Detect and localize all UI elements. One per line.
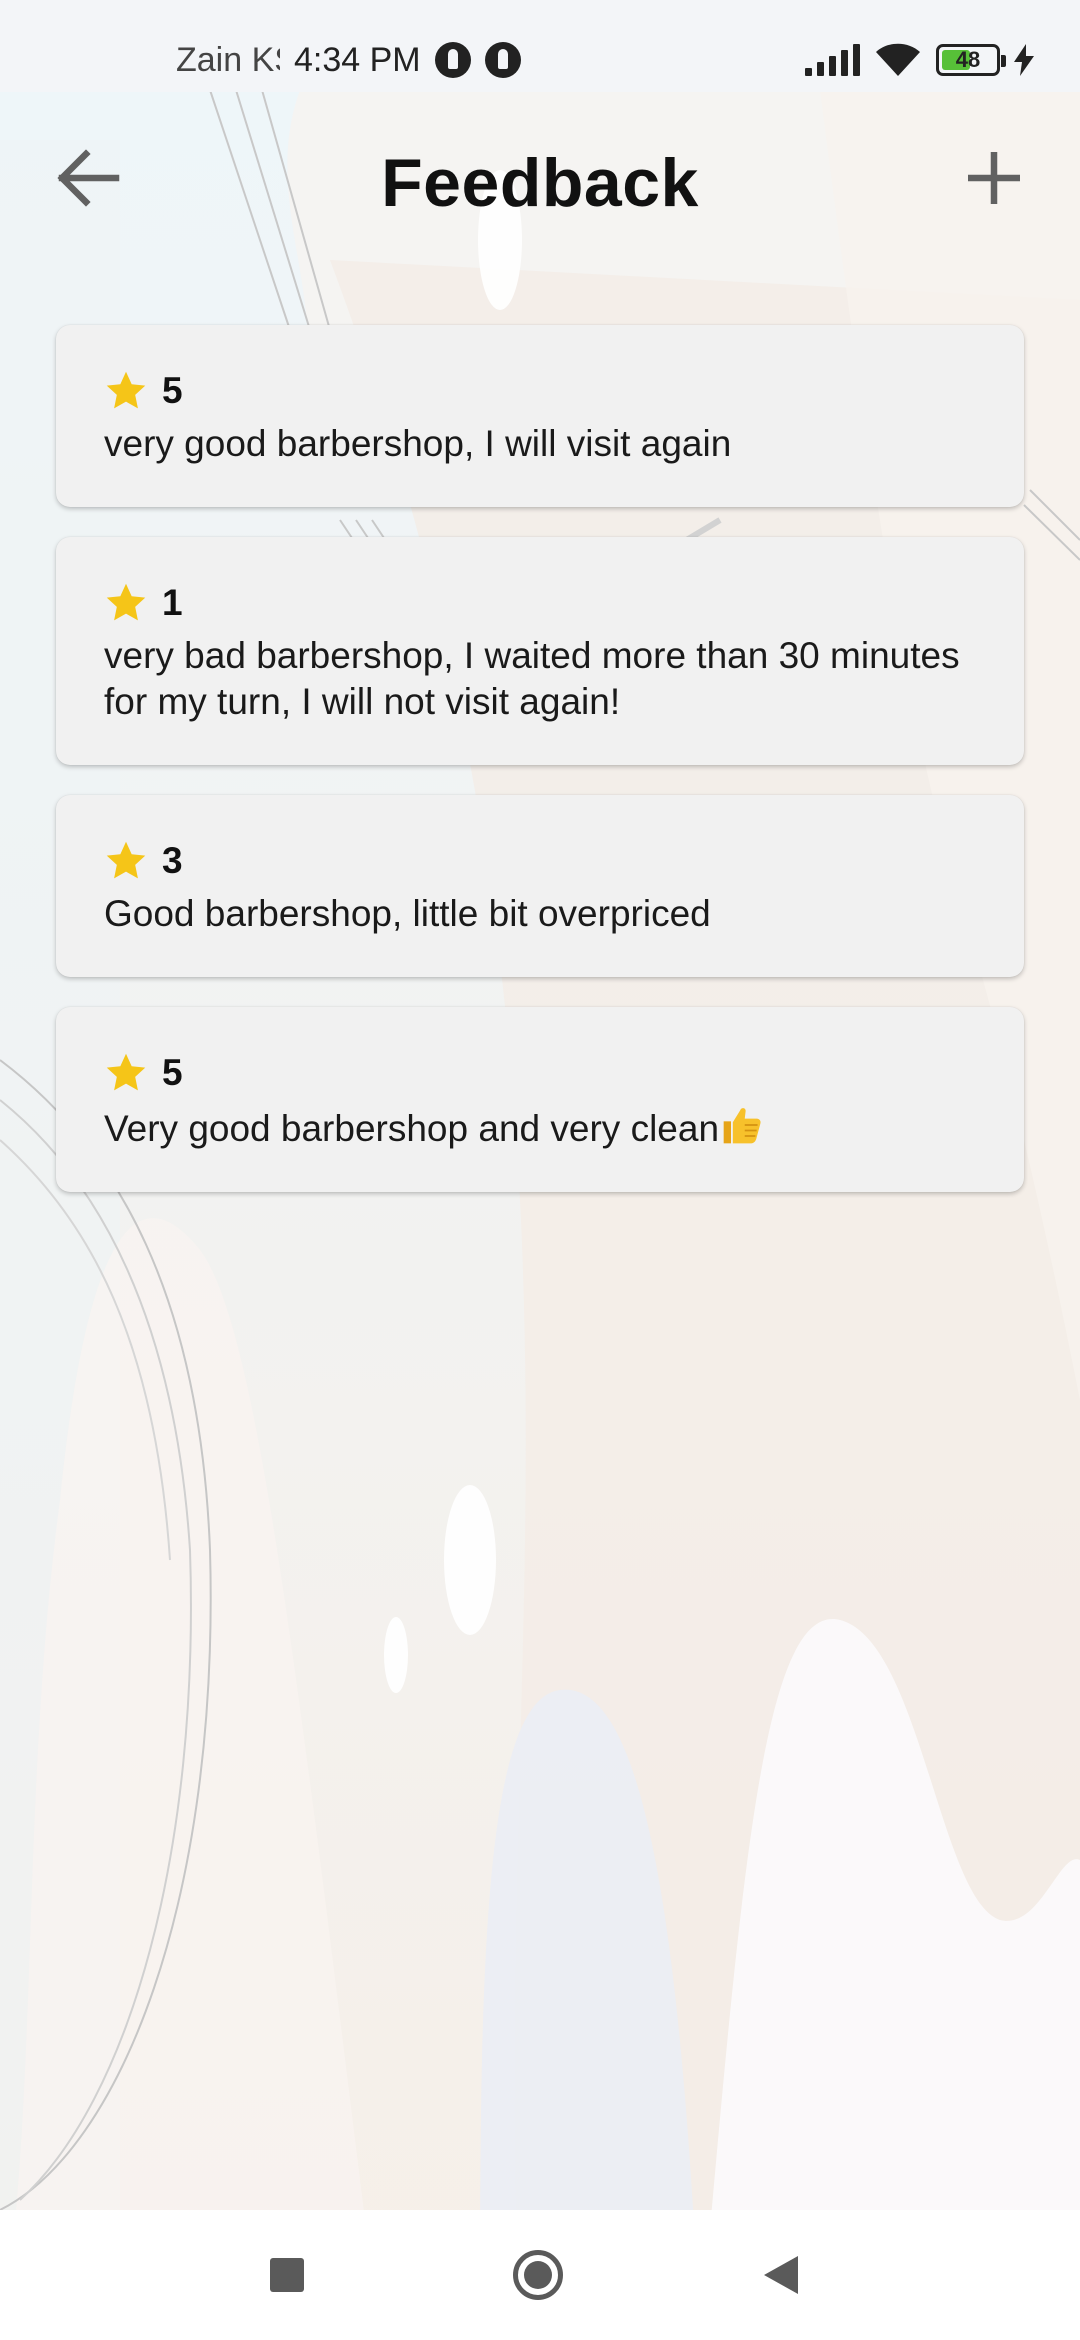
home-circle-icon[interactable]	[513, 2250, 563, 2300]
wifi-icon	[876, 43, 920, 76]
rating-value: 1	[162, 582, 183, 623]
notification-dot-icon	[484, 42, 521, 78]
star-icon	[106, 371, 146, 409]
add-feedback-button[interactable]	[958, 142, 1030, 214]
plus-icon	[968, 152, 1020, 204]
star-icon	[106, 583, 146, 621]
status-left: Zain KSA 4:34 PM	[176, 36, 521, 84]
screen: Zain KSA 4:34 PM 48	[0, 0, 1080, 2340]
rating-row: 5	[104, 369, 984, 413]
rating-row: 5	[104, 1051, 984, 1095]
notification-dot-icon	[434, 42, 471, 78]
feedback-comment: very bad barbershop, I waited more than …	[104, 635, 960, 722]
status-right: 48	[805, 40, 1034, 80]
feedback-comment-row: Very good barbershop and very clean	[104, 1103, 984, 1152]
feedback-comment: Good barbershop, little bit overpriced	[104, 893, 711, 934]
feedback-card[interactable]: 1 very bad barbershop, I waited more tha…	[56, 537, 1024, 765]
signal-icon	[805, 44, 860, 76]
app-bar: Feedback	[0, 110, 1080, 250]
rating-value: 5	[162, 1052, 183, 1093]
rating-row: 3	[104, 839, 984, 883]
carrier-name: Zain KSA	[176, 40, 280, 79]
recents-square-icon[interactable]	[270, 2258, 304, 2292]
battery-level: 48	[955, 47, 981, 72]
status-bar: Zain KSA 4:34 PM 48	[0, 0, 1080, 92]
feedback-card[interactable]: 3 Good barbershop, little bit overpriced	[56, 795, 1024, 977]
rating-value: 3	[162, 840, 183, 881]
rating-value: 5	[162, 370, 183, 411]
charging-bolt-icon	[1014, 44, 1034, 76]
feedback-list: 5 very good barbershop, I will visit aga…	[56, 325, 1024, 1222]
battery-icon: 48	[936, 44, 1006, 76]
star-icon	[106, 1053, 146, 1091]
feedback-comment: Very good barbershop and very clean	[104, 1108, 720, 1149]
rating-row: 1	[104, 581, 984, 625]
thumbs-up-icon	[723, 1108, 761, 1144]
status-time: 4:34 PM	[294, 40, 421, 79]
feedback-card[interactable]: 5 Very good barbershop and very clean	[56, 1007, 1024, 1192]
page-title: Feedback	[381, 145, 699, 221]
star-icon	[106, 841, 146, 879]
back-triangle-icon[interactable]	[764, 2256, 798, 2294]
system-nav-bar	[0, 2210, 1080, 2340]
feedback-comment: very good barbershop, I will visit again	[104, 423, 732, 464]
feedback-card[interactable]: 5 very good barbershop, I will visit aga…	[56, 325, 1024, 507]
